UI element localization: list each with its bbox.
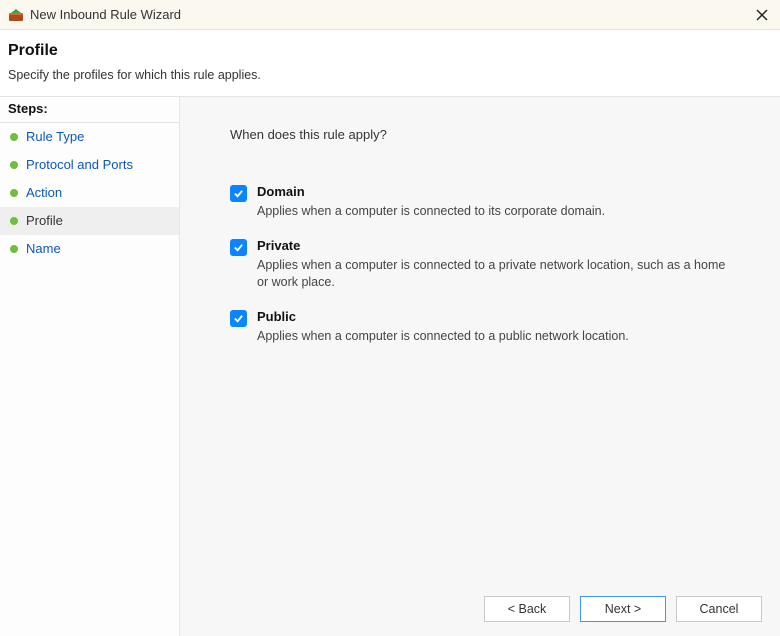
step-label: Protocol and Ports (26, 156, 133, 174)
option-description: Applies when a computer is connected to … (257, 203, 727, 220)
back-button[interactable]: < Back (484, 596, 570, 622)
titlebar: New Inbound Rule Wizard (0, 0, 780, 30)
wizard-header: Profile Specify the profiles for which t… (0, 30, 780, 97)
page-title: Profile (8, 42, 772, 60)
wizard-body: Steps: Rule Type Protocol and Ports Acti… (0, 97, 780, 636)
main-pane: When does this rule apply? Domain Applie… (180, 97, 780, 636)
bullet-icon (10, 189, 18, 197)
profile-option-public: Public Applies when a computer is connec… (230, 309, 730, 345)
cancel-button[interactable]: Cancel (676, 596, 762, 622)
step-name[interactable]: Name (0, 235, 179, 263)
button-bar: < Back Next > Cancel (180, 586, 780, 636)
private-checkbox[interactable] (230, 239, 247, 256)
step-label: Action (26, 184, 62, 202)
bullet-icon (10, 161, 18, 169)
firewall-icon (8, 7, 24, 23)
domain-checkbox[interactable] (230, 185, 247, 202)
option-title: Public (257, 309, 730, 324)
bullet-icon (10, 245, 18, 253)
page-subtitle: Specify the profiles for which this rule… (8, 68, 772, 82)
option-body: Domain Applies when a computer is connec… (257, 184, 730, 220)
step-label: Rule Type (26, 128, 84, 146)
step-rule-type[interactable]: Rule Type (0, 123, 179, 151)
profile-option-domain: Domain Applies when a computer is connec… (230, 184, 730, 220)
main-content: When does this rule apply? Domain Applie… (180, 97, 780, 586)
steps-sidebar: Steps: Rule Type Protocol and Ports Acti… (0, 97, 180, 636)
profile-option-private: Private Applies when a computer is conne… (230, 238, 730, 291)
option-title: Domain (257, 184, 730, 199)
step-profile[interactable]: Profile (0, 207, 179, 235)
option-title: Private (257, 238, 730, 253)
next-button[interactable]: Next > (580, 596, 666, 622)
option-description: Applies when a computer is connected to … (257, 328, 727, 345)
step-action[interactable]: Action (0, 179, 179, 207)
step-protocol-and-ports[interactable]: Protocol and Ports (0, 151, 179, 179)
option-body: Private Applies when a computer is conne… (257, 238, 730, 291)
option-description: Applies when a computer is connected to … (257, 257, 727, 291)
step-label: Profile (26, 212, 63, 230)
step-label: Name (26, 240, 61, 258)
bullet-icon (10, 133, 18, 141)
option-body: Public Applies when a computer is connec… (257, 309, 730, 345)
steps-heading: Steps: (0, 99, 179, 123)
bullet-icon (10, 217, 18, 225)
public-checkbox[interactable] (230, 310, 247, 327)
window-title: New Inbound Rule Wizard (30, 7, 181, 22)
profile-question: When does this rule apply? (230, 127, 730, 142)
close-button[interactable] (750, 3, 774, 27)
